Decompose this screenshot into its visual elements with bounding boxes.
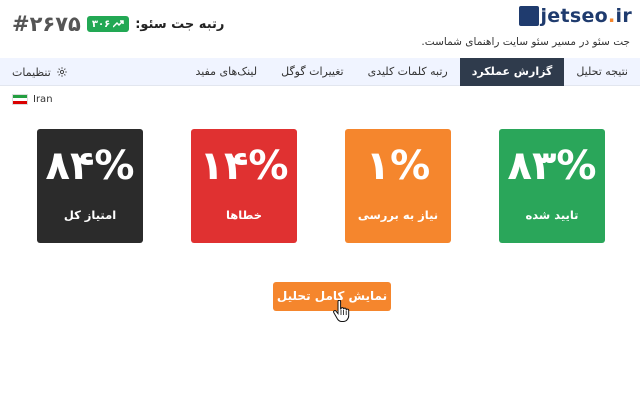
card-needs-review-percent: ۱% (365, 143, 431, 189)
logo-mark-icon (519, 6, 540, 26)
card-needs-review-label: نیاز به بررسی (357, 208, 439, 222)
country-selector[interactable]: Iran (12, 94, 53, 105)
tabs: نتیجه تحلیل گزارش عملکرد رتبه کلمات کلید… (183, 58, 640, 86)
tab-analysis-result[interactable]: نتیجه تحلیل (564, 58, 640, 86)
score-cards: ۸۴% امتیاز کل ۱۴% خطاها ۱% نیاز به بررسی… (37, 129, 605, 243)
settings-button[interactable]: تنظیمات (12, 58, 68, 86)
tab-performance-report[interactable]: گزارش عملکرد (459, 58, 565, 86)
card-approved-percent: ۸۳% (507, 143, 597, 189)
tab-useful-links[interactable]: لینک‌های مفید (183, 58, 269, 86)
iran-flag-icon (12, 94, 28, 105)
trend-up-icon (113, 20, 124, 28)
card-approved-label: تایید شده (525, 208, 579, 222)
card-needs-review: ۱% نیاز به بررسی (345, 129, 451, 243)
card-approved: ۸۳% تایید شده (499, 129, 605, 243)
rank-change-badge: ۳۰۶ (86, 16, 130, 32)
card-total-score-percent: ۸۴% (45, 143, 135, 189)
logo-text: jetseo.ir (540, 5, 632, 27)
rank-value: #۲۶۷۵ (12, 12, 81, 36)
card-errors: ۱۴% خطاها (191, 129, 297, 243)
tab-bar: نتیجه تحلیل گزارش عملکرد رتبه کلمات کلید… (0, 58, 640, 86)
card-errors-percent: ۱۴% (199, 143, 289, 189)
card-total-score-label: امتیاز کل (63, 208, 117, 222)
card-total-score: ۸۴% امتیاز کل (37, 129, 143, 243)
tab-keyword-rank[interactable]: رتبه کلمات کلیدی (356, 58, 460, 86)
card-errors-label: خطاها (225, 208, 263, 222)
settings-label: تنظیمات (12, 65, 51, 79)
rank-change-value: ۳۰۶ (91, 18, 111, 30)
tab-google-changes[interactable]: تغییرات گوگل (269, 58, 355, 86)
country-name: Iran (33, 94, 53, 105)
jetseo-logo[interactable]: jetseo.ir (519, 6, 632, 26)
header: jetseo.ir جت سئو در مسیر سئو سایت راهنما… (0, 0, 640, 58)
gear-icon (57, 67, 67, 77)
hand-cursor-icon (333, 300, 350, 322)
tagline: جت سئو در مسیر سئو سایت راهنمای شماست. (421, 36, 630, 48)
rank-area: #۲۶۷۵ ۳۰۶ رتبه جت سئو: (12, 12, 224, 36)
rank-label: رتبه جت سئو: (135, 16, 225, 32)
